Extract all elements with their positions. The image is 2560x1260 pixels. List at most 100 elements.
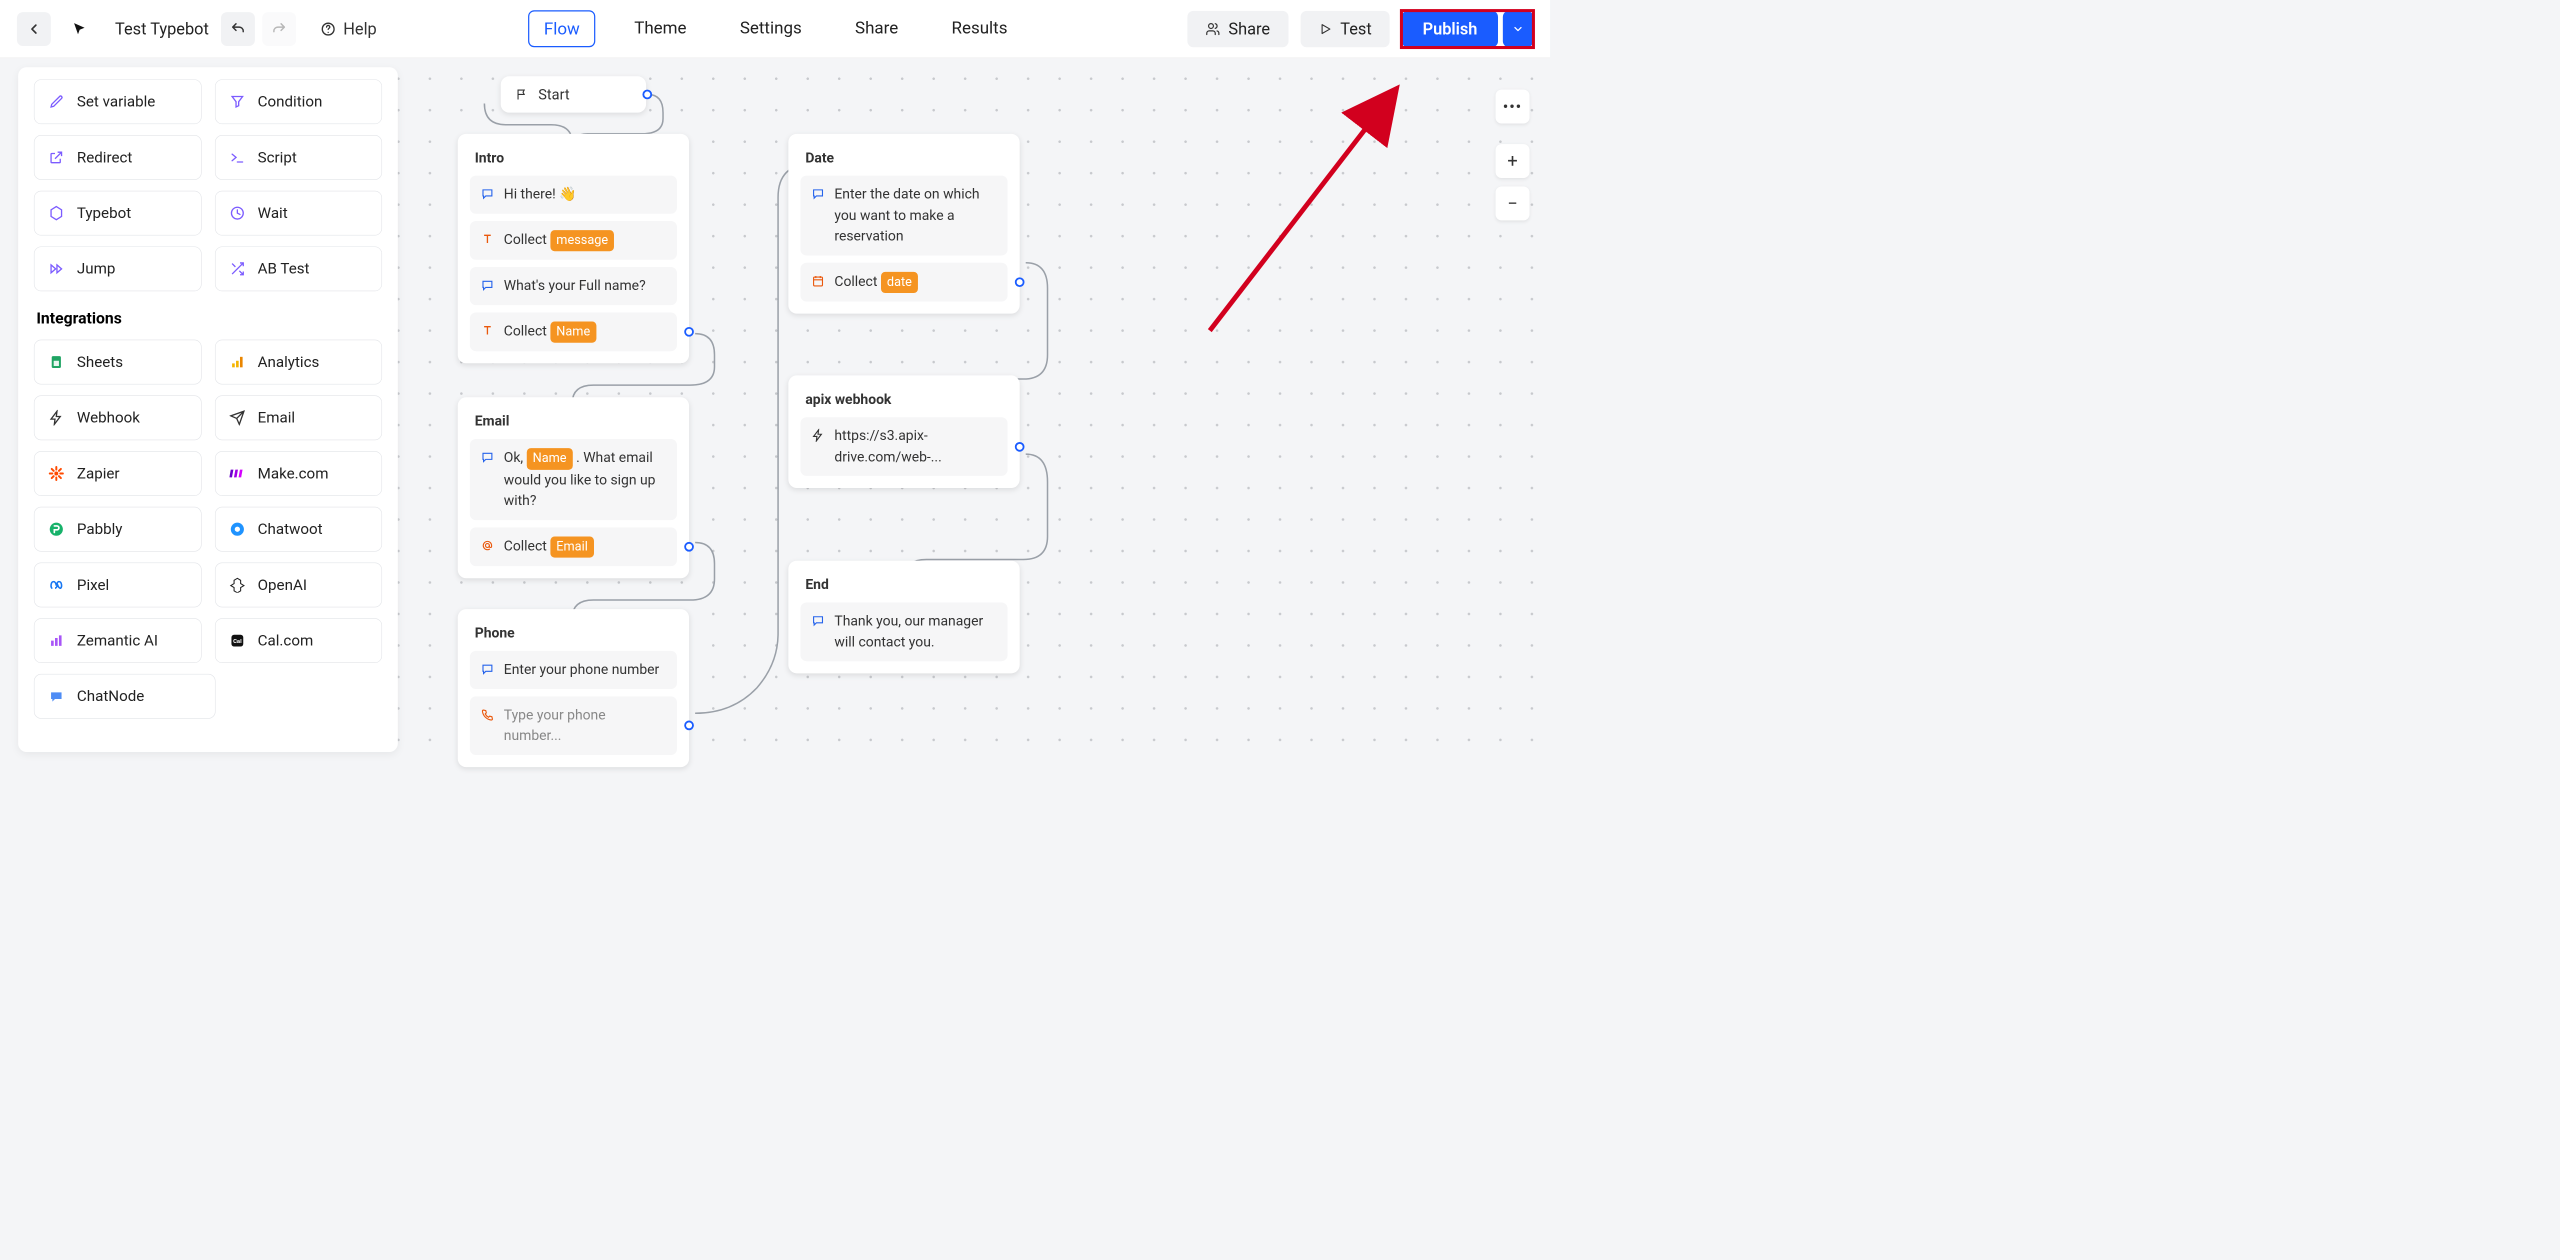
zoom-out-button[interactable]: − [1496, 186, 1530, 220]
block-label: Wait [258, 204, 288, 222]
node-text: https://s3.apix-drive.com/web-... [834, 426, 996, 468]
block-script[interactable]: Script [215, 135, 382, 180]
block-webhook-call[interactable]: https://s3.apix-drive.com/web-... [800, 417, 1007, 476]
block-label: Analytics [258, 353, 320, 371]
publish-button[interactable]: Publish [1402, 11, 1498, 47]
block-collect-message[interactable]: Collect message [470, 221, 677, 260]
block-label: ChatNode [77, 688, 144, 706]
output-port[interactable] [684, 721, 694, 731]
block-label: Pabbly [77, 520, 123, 538]
block-openai[interactable]: OpenAI [215, 563, 382, 608]
back-button[interactable] [17, 12, 51, 46]
pointer-tool[interactable] [62, 12, 97, 46]
more-button[interactable]: ••• [1496, 90, 1530, 124]
block-bubble-email[interactable]: Ok, Name . What email would you like to … [470, 439, 677, 520]
output-port[interactable] [684, 542, 694, 552]
zoom-in-button[interactable]: + [1496, 144, 1530, 178]
block-pabbly[interactable]: Pabbly [34, 507, 201, 552]
block-collect-email[interactable]: Collect Email [470, 527, 677, 566]
redo-button[interactable] [262, 12, 296, 46]
block-bubble-date[interactable]: Enter the date on which you want to make… [800, 176, 1007, 256]
external-link-icon [48, 150, 64, 166]
block-zemantic[interactable]: Zemantic AI [34, 618, 201, 663]
block-label: Chatwoot [258, 520, 323, 538]
svg-text:Cal: Cal [233, 639, 242, 645]
pabbly-icon [48, 521, 64, 537]
chatnode-icon [48, 688, 64, 704]
node-text: Collect date [834, 271, 918, 293]
header-actions: Share Test Publish [1187, 11, 1533, 47]
block-analytics[interactable]: Analytics [215, 340, 382, 385]
block-redirect[interactable]: Redirect [34, 135, 201, 180]
test-button[interactable]: Test [1300, 11, 1390, 47]
text-icon [481, 232, 494, 245]
block-bubble-hi[interactable]: Hi there! 👋 [470, 176, 677, 214]
block-typebot[interactable]: Typebot [34, 191, 201, 236]
group-title: Phone [475, 625, 672, 641]
group-email[interactable]: Email Ok, Name . What email would you li… [458, 397, 689, 578]
bot-name[interactable]: Test Typebot [115, 19, 209, 38]
make-icon [229, 466, 245, 482]
block-jump[interactable]: Jump [34, 246, 201, 291]
block-webhook[interactable]: Webhook [34, 395, 201, 440]
block-bubble-thankyou[interactable]: Thank you, our manager will contact you. [800, 602, 1007, 661]
sheets-icon [48, 354, 64, 370]
redo-icon [271, 21, 287, 37]
pencil-icon [48, 94, 64, 110]
block-chatwoot[interactable]: Chatwoot [215, 507, 382, 552]
block-collect-name[interactable]: Collect Name [470, 312, 677, 351]
calendar-icon [811, 274, 824, 287]
block-zapier[interactable]: Zapier [34, 451, 201, 496]
hexagon-icon [48, 205, 64, 221]
block-make[interactable]: Make.com [215, 451, 382, 496]
block-pixel[interactable]: Pixel [34, 563, 201, 608]
tab-results[interactable]: Results [937, 10, 1022, 47]
openai-icon [229, 577, 245, 593]
block-chatnode[interactable]: ChatNode [34, 674, 215, 719]
help-label: Help [343, 19, 376, 38]
help-icon [320, 21, 336, 37]
block-bubble-phone[interactable]: Enter your phone number [470, 651, 677, 689]
node-text: Collect Email [504, 536, 594, 558]
output-port[interactable] [642, 90, 652, 100]
block-bubble-fullname[interactable]: What's your Full name? [470, 267, 677, 305]
chat-icon [481, 662, 494, 675]
help-button[interactable]: Help [311, 12, 387, 46]
group-date[interactable]: Date Enter the date on which you want to… [788, 134, 1019, 314]
tab-share[interactable]: Share [840, 10, 912, 47]
tab-flow[interactable]: Flow [528, 10, 595, 47]
block-calcom[interactable]: CalCal.com [215, 618, 382, 663]
block-label: Typebot [77, 204, 131, 222]
group-title: Email [475, 413, 672, 429]
phone-icon [481, 708, 494, 721]
undo-button[interactable] [221, 12, 255, 46]
block-wait[interactable]: Wait [215, 191, 382, 236]
block-input-phone[interactable]: Type your phone number... [470, 696, 677, 755]
group-webhook[interactable]: apix webhook https://s3.apix-drive.com/w… [788, 375, 1019, 488]
node-start[interactable]: Start [501, 76, 646, 112]
output-port[interactable] [1015, 277, 1025, 287]
group-intro[interactable]: Intro Hi there! 👋 Collect message What's… [458, 134, 689, 363]
block-collect-date[interactable]: Collect date [800, 262, 1007, 301]
block-ab-test[interactable]: AB Test [215, 246, 382, 291]
output-port[interactable] [1015, 442, 1025, 452]
group-phone[interactable]: Phone Enter your phone number Type your … [458, 609, 689, 767]
node-text: Enter your phone number [504, 659, 659, 680]
text-icon [481, 324, 494, 337]
block-label: Script [258, 149, 297, 167]
tab-settings[interactable]: Settings [725, 10, 816, 47]
chevron-down-icon [1512, 23, 1524, 35]
publish-caret-button[interactable] [1503, 11, 1533, 47]
block-sheets[interactable]: Sheets [34, 340, 201, 385]
block-label: OpenAI [258, 576, 307, 594]
block-email[interactable]: Email [215, 395, 382, 440]
share-button[interactable]: Share [1187, 11, 1288, 47]
tab-theme[interactable]: Theme [620, 10, 701, 47]
output-port[interactable] [684, 327, 694, 337]
group-end[interactable]: End Thank you, our manager will contact … [788, 561, 1019, 674]
flow-canvas[interactable]: Set variable Condition Redirect Script T… [0, 58, 1550, 763]
cursor-icon [71, 21, 87, 37]
block-condition[interactable]: Condition [215, 79, 382, 124]
block-set-variable[interactable]: Set variable [34, 79, 201, 124]
chat-icon [481, 279, 494, 292]
